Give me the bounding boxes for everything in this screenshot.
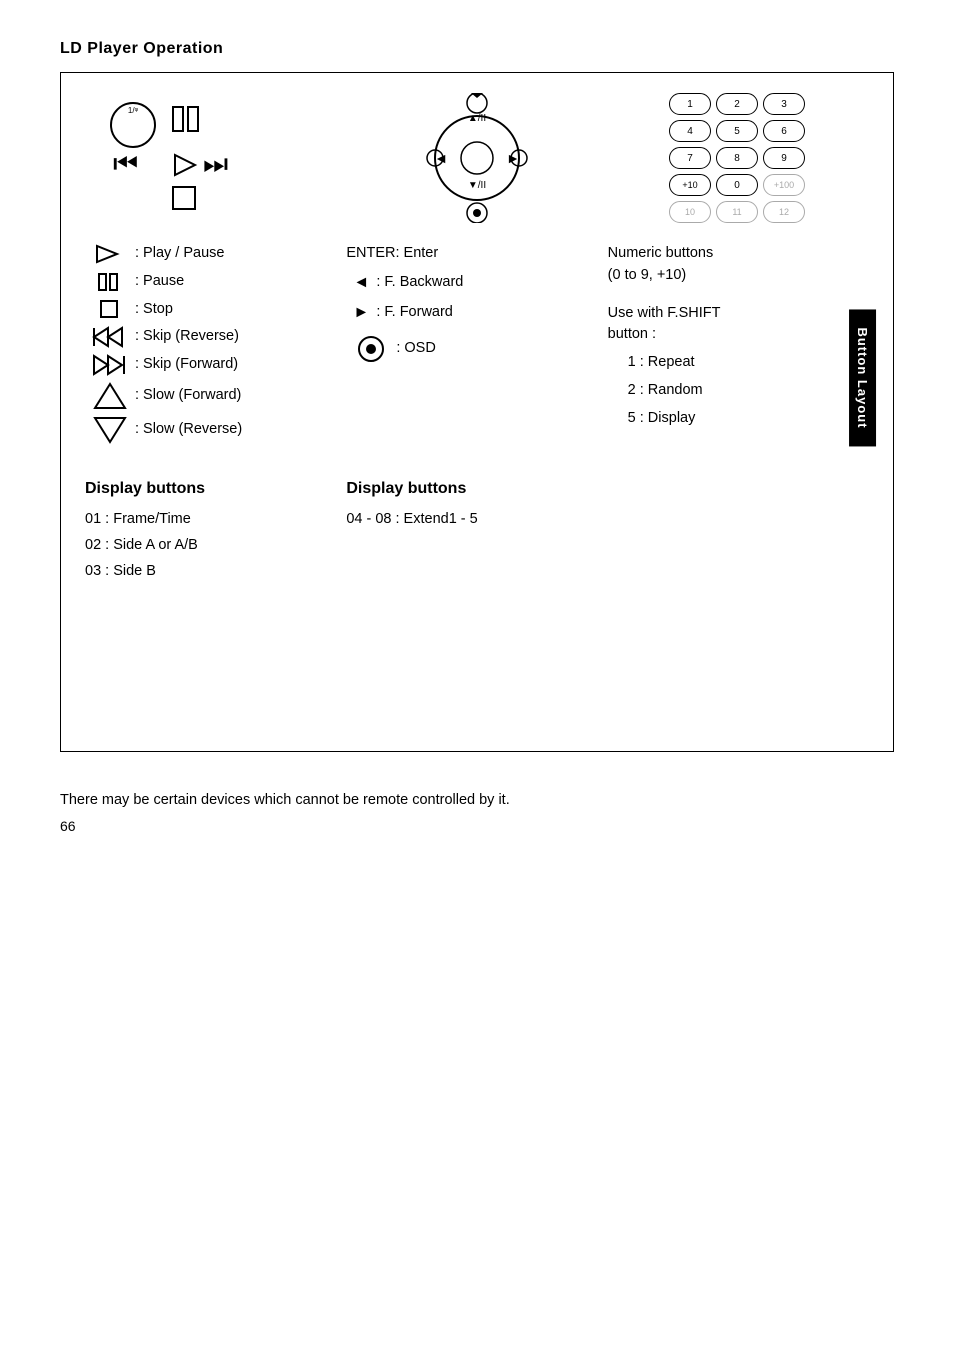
footer-note: There may be certain devices which canno…: [60, 792, 894, 808]
play-pause-desc: : Play / Pause: [85, 243, 336, 265]
num-btn-1[interactable]: 1: [669, 93, 711, 115]
num-btn-4[interactable]: 4: [669, 120, 711, 142]
left-controls-diagram: 1/ᵠ ⏮ ⏭: [85, 93, 285, 227]
play-icon: [85, 244, 135, 264]
num-btn-plus100[interactable]: +100: [763, 174, 805, 196]
num-btn-11[interactable]: 11: [716, 201, 758, 223]
main-content-box: 1/ᵠ ⏮ ⏭: [60, 72, 894, 752]
slow-reverse-icon: [85, 416, 135, 444]
svg-text:⏮: ⏮: [113, 148, 138, 179]
skip-reverse-desc: : Skip (Reverse): [85, 326, 336, 348]
osd-icon: [346, 335, 396, 363]
svg-text:1/ᵠ: 1/ᵠ: [128, 106, 139, 115]
fshift-display: 5 : Display: [608, 408, 859, 430]
slow-forward-desc: : Slow (Forward): [85, 382, 336, 410]
numeric-grid: 1 2 3 4 5 6 7 8 9 +10 0 +100 10: [669, 93, 869, 223]
display-col-spacer: [608, 480, 869, 584]
slow-forward-icon: [85, 382, 135, 410]
fshift-title: Use with F.SHIFTbutton :: [608, 303, 859, 347]
desc-col-3: Numeric buttons(0 to 9, +10) Use with F.…: [608, 243, 869, 450]
numeric-buttons-title: Numeric buttons(0 to 9, +10): [608, 243, 859, 287]
skip-reverse-icon: [85, 326, 135, 348]
pause-desc: : Pause: [85, 271, 336, 293]
display-left-item-2: 02 : Side A or A/B: [85, 532, 346, 558]
display-buttons-section: Display buttons 01 : Frame/Time 02 : Sid…: [85, 480, 869, 584]
num-btn-6[interactable]: 6: [763, 120, 805, 142]
svg-text:▲/II: ▲/II: [468, 113, 486, 124]
slow-reverse-desc: : Slow (Reverse): [85, 416, 336, 444]
f-forward-icon: ►: [346, 301, 376, 325]
enter-desc: ENTER: Enter: [346, 243, 597, 265]
num-btn-2[interactable]: 2: [716, 93, 758, 115]
skip-forward-icon: [85, 354, 135, 376]
fshift-repeat: 1 : Repeat: [608, 352, 859, 374]
svg-text:⏭: ⏭: [203, 148, 228, 179]
display-col-right: Display buttons 04 - 08 : Extend1 - 5: [346, 480, 607, 584]
f-backward-desc: ◄ : F. Backward: [346, 271, 597, 295]
num-btn-9[interactable]: 9: [763, 147, 805, 169]
fshift-random: 2 : Random: [608, 380, 859, 402]
display-col-left: Display buttons 01 : Frame/Time 02 : Sid…: [85, 480, 346, 584]
display-left-title: Display buttons: [85, 480, 346, 498]
diagram-area: 1/ᵠ ⏮ ⏭: [85, 93, 869, 227]
page-title: LD Player Operation: [60, 40, 894, 58]
right-controls-diagram: 1 2 3 4 5 6 7 8 9 +10 0 +100 10: [669, 93, 869, 223]
osd-desc: : OSD: [346, 335, 597, 363]
page-number: 66: [60, 818, 894, 834]
num-btn-8[interactable]: 8: [716, 147, 758, 169]
display-left-item-1: 01 : Frame/Time: [85, 506, 346, 532]
stop-desc: : Stop: [85, 299, 336, 321]
f-forward-desc: ► : F. Forward: [346, 301, 597, 325]
sidebar-tab: Button Layout: [849, 310, 876, 447]
center-controls-diagram: ▲/II ◄ ► ▼/II: [377, 93, 577, 223]
display-left-item-3: 03 : Side B: [85, 558, 346, 584]
svg-text:▼/II: ▼/II: [468, 180, 486, 191]
descriptions-section: : Play / Pause : Pause: [85, 243, 869, 450]
pause-icon: [85, 272, 135, 292]
desc-col-2: ENTER: Enter ◄ : F. Backward ► : F. Forw…: [346, 243, 607, 450]
num-btn-10[interactable]: 10: [669, 201, 711, 223]
num-btn-0[interactable]: 0: [716, 174, 758, 196]
num-btn-5[interactable]: 5: [716, 120, 758, 142]
f-backward-icon: ◄: [346, 271, 376, 295]
stop-icon: [85, 299, 135, 319]
num-btn-plus10[interactable]: +10: [669, 174, 711, 196]
display-right-item-1: 04 - 08 : Extend1 - 5: [346, 506, 607, 532]
desc-col-1: : Play / Pause : Pause: [85, 243, 346, 450]
num-btn-7[interactable]: 7: [669, 147, 711, 169]
display-right-title: Display buttons: [346, 480, 607, 498]
num-btn-3[interactable]: 3: [763, 93, 805, 115]
num-btn-12[interactable]: 12: [763, 201, 805, 223]
skip-forward-desc: : Skip (Forward): [85, 354, 336, 376]
